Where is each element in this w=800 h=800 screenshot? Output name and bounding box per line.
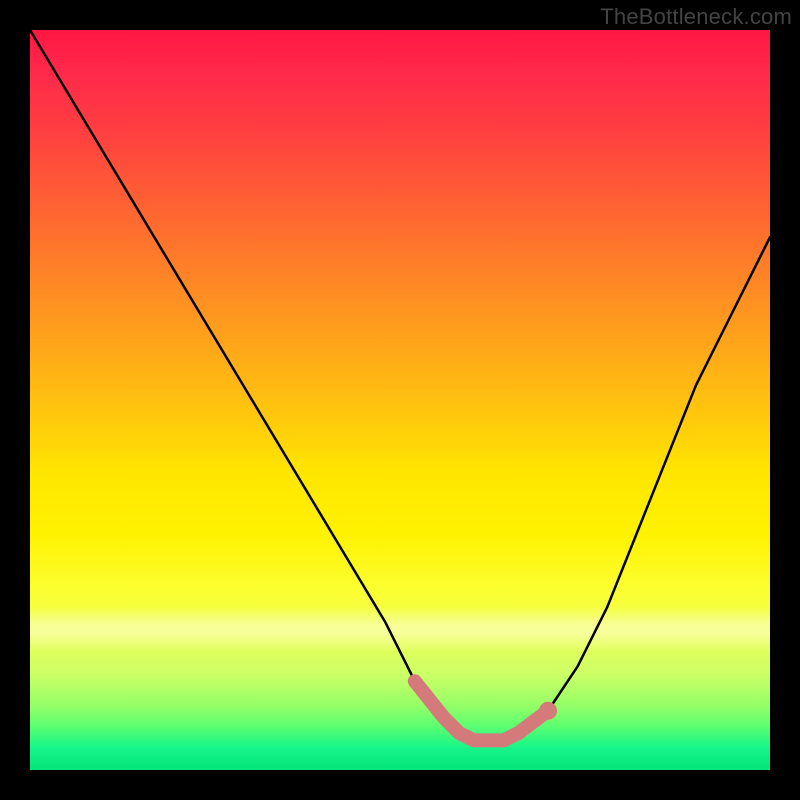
chart-frame: TheBottleneck.com <box>0 0 800 800</box>
bottleneck-curve <box>30 30 770 740</box>
highlight-segment <box>415 681 548 740</box>
highlight-point <box>539 702 557 720</box>
pale-band <box>30 607 770 651</box>
watermark-text: TheBottleneck.com <box>600 4 792 30</box>
curve-svg <box>30 30 770 770</box>
plot-area <box>30 30 770 770</box>
